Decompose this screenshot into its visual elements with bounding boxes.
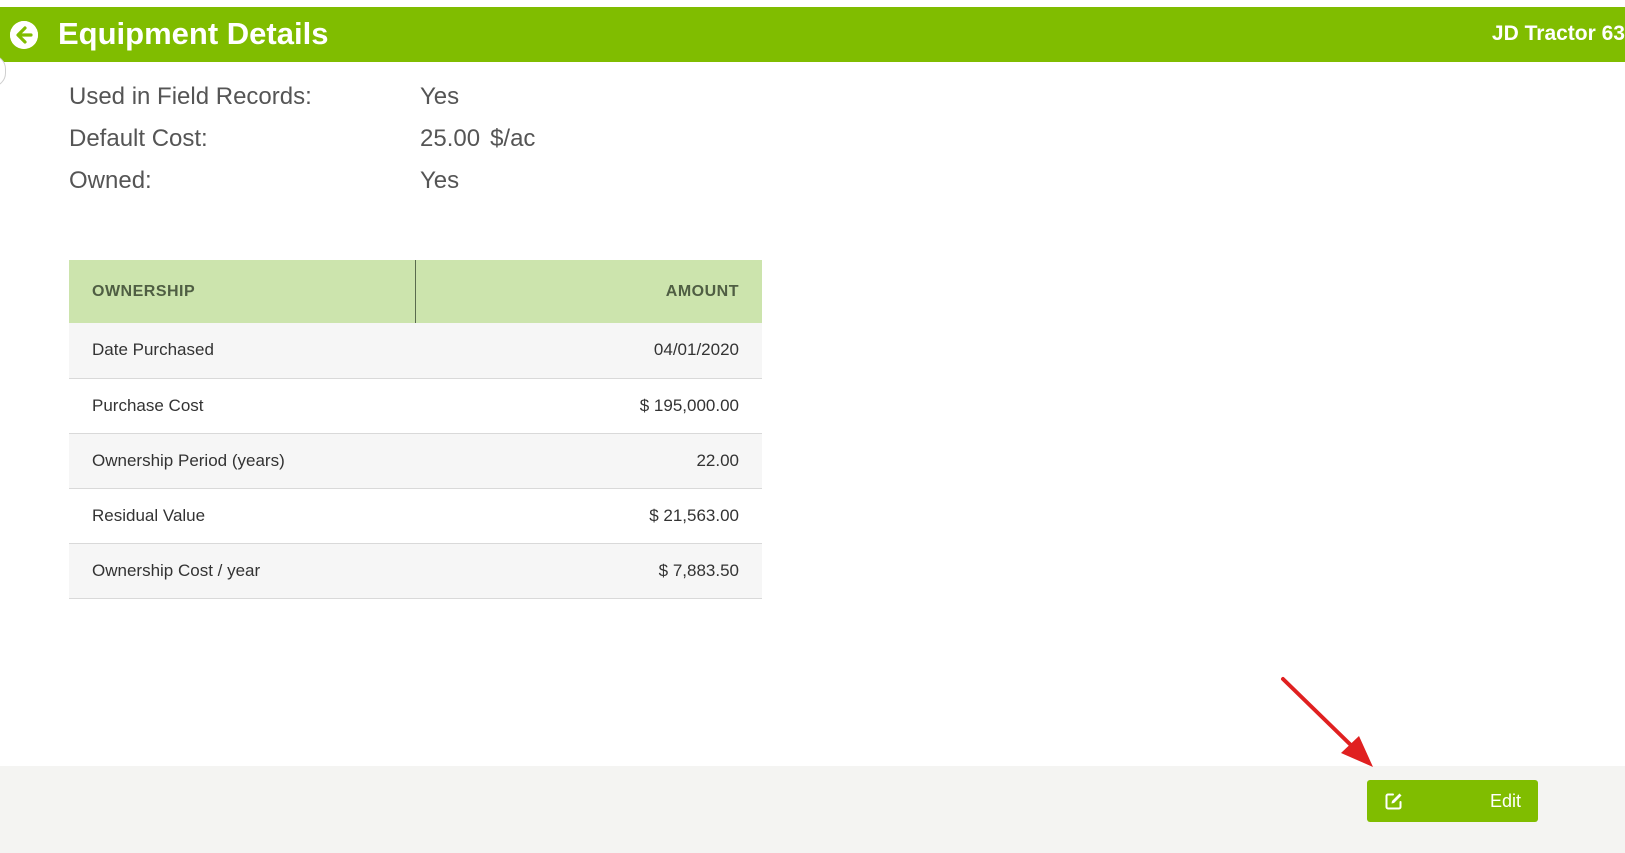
- table-row: Residual Value $ 21,563.00: [69, 488, 762, 544]
- ownership-table: OWNERSHIP AMOUNT Date Purchased 04/01/20…: [69, 260, 762, 599]
- summary-row-owned: Owned: Yes: [69, 164, 669, 206]
- summary-row-default-cost: Default Cost: 25.00 $/ac: [69, 122, 669, 164]
- summary-label: Used in Field Records:: [69, 83, 312, 110]
- summary-label: Owned:: [69, 167, 152, 194]
- column-header-amount: AMOUNT: [415, 260, 762, 323]
- equipment-name: JD Tractor 63: [1491, 22, 1625, 45]
- default-cost-value: 25.00: [420, 125, 481, 152]
- summary-value: Yes: [420, 167, 460, 194]
- table-row: Purchase Cost $ 195,000.00: [69, 378, 762, 434]
- row-label: Ownership Period (years): [69, 433, 415, 489]
- row-label: Residual Value: [69, 488, 415, 544]
- row-label: Date Purchased: [69, 323, 415, 379]
- row-amount: 22.00: [415, 433, 762, 489]
- row-amount: $ 195,000.00: [415, 378, 762, 434]
- equipment-summary: Used in Field Records: Yes Default Cost:…: [69, 80, 669, 206]
- row-amount: $ 21,563.00: [415, 488, 762, 544]
- edit-icon: [1385, 793, 1402, 810]
- row-label: Purchase Cost: [69, 378, 415, 434]
- summary-value: Yes: [420, 83, 460, 110]
- row-amount: 04/01/2020: [415, 323, 762, 379]
- back-button[interactable]: [10, 21, 38, 49]
- table-row: Date Purchased 04/01/2020: [69, 323, 762, 379]
- table-row: Ownership Period (years) 22.00: [69, 433, 762, 489]
- row-label: Ownership Cost / year: [69, 543, 415, 599]
- table-header-row: OWNERSHIP AMOUNT: [69, 260, 762, 323]
- red-arrow-pointer: [1281, 677, 1373, 767]
- summary-label: Default Cost:: [69, 125, 208, 152]
- row-amount: $ 7,883.50: [415, 543, 762, 599]
- edit-button-label: Edit: [1489, 791, 1521, 811]
- column-header-ownership: OWNERSHIP: [69, 260, 416, 323]
- arrow-left-circle-icon: [10, 21, 38, 49]
- table-row: Ownership Cost / year $ 7,883.50: [69, 543, 762, 599]
- equipment-details-page: Equipment Details JD Tractor 63 Used in …: [0, 0, 1625, 853]
- summary-value: 25.00 $/ac: [420, 122, 535, 156]
- page-title: Equipment Details: [58, 16, 329, 51]
- header-bar: Equipment Details JD Tractor 63: [0, 7, 1625, 62]
- summary-row-used-in-field-records: Used in Field Records: Yes: [69, 80, 669, 122]
- default-cost-unit: $/ac: [490, 125, 536, 152]
- edit-button[interactable]: Edit: [1367, 780, 1538, 822]
